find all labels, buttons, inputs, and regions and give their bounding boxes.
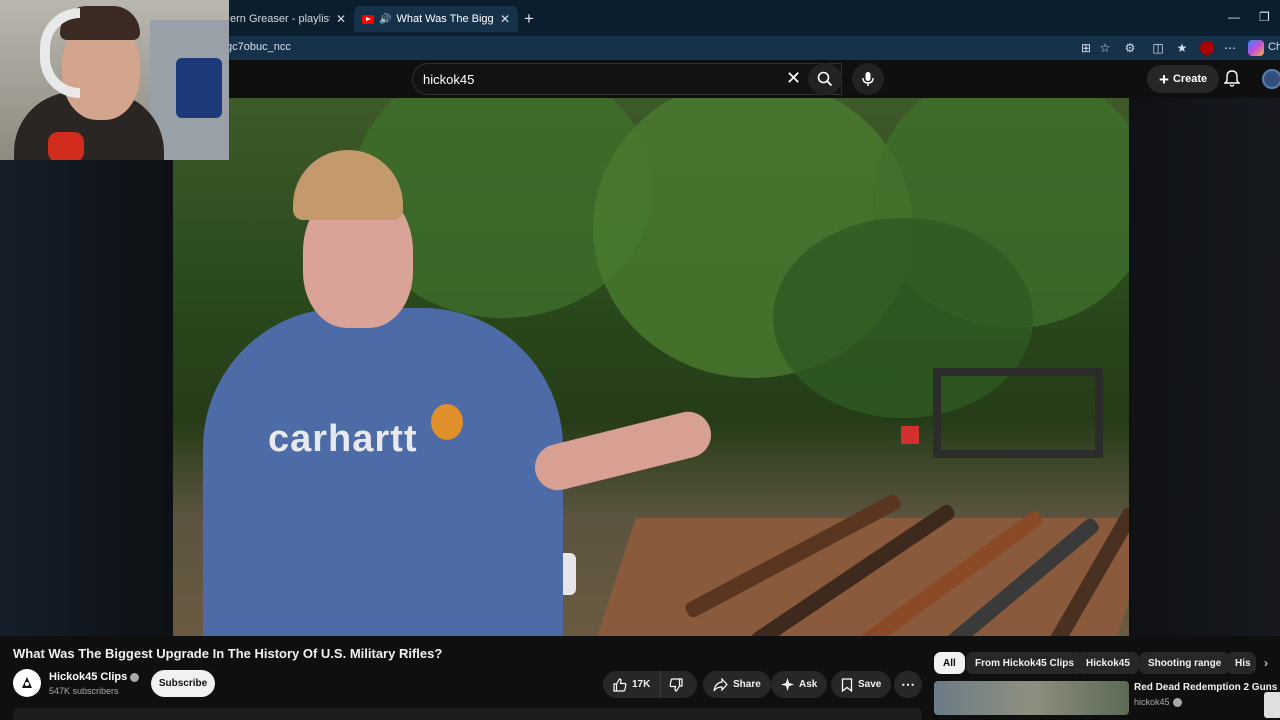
extensions-icon[interactable]: ⚙ — [1122, 40, 1138, 56]
red-target — [901, 426, 919, 444]
url-field[interactable]: gc7obuc_ncc — [226, 41, 291, 53]
thumbs-down-icon — [669, 677, 683, 692]
thumbs-up-icon — [613, 677, 627, 692]
search-box[interactable]: hickok45 — [412, 63, 842, 95]
split-screen-icon[interactable]: ◫ — [1150, 40, 1166, 56]
chevron-right-icon[interactable]: › — [1264, 656, 1268, 670]
video-frame[interactable]: carhartt — [173, 98, 1129, 636]
share-label: Share — [733, 679, 761, 690]
chip-history[interactable]: His — [1226, 652, 1256, 674]
chip-all[interactable]: All — [934, 652, 965, 674]
bookmark-icon — [841, 677, 853, 692]
copilot-icon[interactable] — [1248, 40, 1264, 56]
video-title: What Was The Biggest Upgrade In The Hist… — [13, 646, 443, 661]
search-input[interactable]: hickok45 — [423, 72, 474, 87]
shirt-logo-text: carhartt — [268, 418, 418, 460]
share-icon — [713, 677, 728, 692]
dislike-button[interactable] — [661, 671, 696, 698]
save-button[interactable]: Save — [831, 671, 892, 698]
speaker-icon[interactable]: 🔊 — [379, 14, 391, 25]
search-button[interactable] — [808, 63, 842, 95]
create-button[interactable]: + Create — [1147, 65, 1220, 93]
recommendation-channel-name[interactable]: hickok45 — [1134, 697, 1170, 707]
presenter — [203, 308, 563, 636]
favorite-star-icon[interactable]: ☆ — [1097, 40, 1113, 56]
minimize-icon[interactable]: — — [1228, 10, 1240, 24]
like-button[interactable]: 17K — [603, 671, 662, 698]
headphones — [40, 8, 80, 98]
tab-video[interactable]: 🔊 What Was The Biggest Upgra ✕ — [354, 6, 518, 32]
chip-shooting-range[interactable]: Shooting range — [1139, 652, 1231, 674]
profile-icon[interactable] — [1200, 41, 1214, 55]
save-label: Save — [858, 679, 882, 690]
close-tab-icon[interactable]: ✕ — [500, 12, 510, 26]
notifications-bell-icon[interactable] — [1224, 70, 1240, 88]
create-label: Create — [1172, 73, 1208, 85]
favorites-icon[interactable]: ★ — [1174, 40, 1190, 56]
verified-icon — [130, 672, 140, 682]
sparkle-icon — [781, 678, 794, 691]
verified-icon — [1172, 698, 1182, 708]
chip-from-channel[interactable]: From Hickok45 Clips — [966, 652, 1083, 674]
voice-search-button[interactable] — [852, 63, 884, 95]
subscriber-count: 547K subscribers — [49, 686, 119, 696]
more-menu-icon[interactable]: ⋯ — [1222, 40, 1238, 56]
copilot-label[interactable]: Ch — [1268, 41, 1280, 53]
microphone — [48, 132, 84, 160]
tab-title: What Was The Biggest Upgra — [396, 13, 494, 25]
search-icon — [817, 71, 833, 87]
tab-title: ern Greaser - playlist by Rich — [230, 13, 330, 25]
recommendation-title[interactable]: Red Dead Redemption 2 Guns — [1134, 682, 1277, 693]
account-avatar[interactable] — [1262, 69, 1280, 89]
ask-label: Ask — [799, 679, 818, 690]
youtube-favicon-icon — [362, 14, 374, 24]
new-tab-icon[interactable]: + — [524, 9, 534, 29]
app-available-icon[interactable]: ⊞ — [1078, 40, 1094, 56]
microphone-icon — [862, 72, 874, 86]
channel-name-text[interactable]: Hickok45 Clips — [49, 671, 127, 683]
shirt-logo-mark — [431, 404, 463, 440]
share-button[interactable]: Share — [703, 671, 771, 698]
target-stand — [933, 368, 1103, 458]
like-count: 17K — [632, 679, 651, 690]
more-dots-icon: ⋯ — [901, 676, 915, 692]
channel-logo-icon — [22, 677, 32, 688]
like-dislike-group: 17K — [603, 671, 697, 698]
recommendation-channel[interactable]: hickok45 — [1134, 697, 1182, 708]
tab-playlist[interactable]: ern Greaser - playlist by Rich ✕ — [222, 6, 354, 32]
more-actions-button[interactable]: ⋯ — [894, 671, 922, 698]
recommendation-thumbnail[interactable] — [934, 681, 1129, 715]
clear-search-icon[interactable]: ✕ — [786, 68, 801, 89]
video-player[interactable]: carhartt — [0, 98, 1280, 718]
subscribe-button[interactable]: Subscribe — [151, 670, 215, 697]
player-corner-button[interactable] — [1264, 692, 1280, 718]
channel-avatar[interactable] — [13, 669, 41, 697]
channel-name[interactable]: Hickok45 Clips — [49, 671, 140, 683]
close-tab-icon[interactable]: ✕ — [336, 12, 346, 26]
restore-icon[interactable]: ❐ — [1259, 10, 1270, 24]
webcam-overlay — [0, 0, 229, 160]
chip-hickok45[interactable]: Hickok45 — [1077, 652, 1139, 674]
description-panel-edge — [13, 708, 922, 720]
ask-button[interactable]: Ask — [771, 671, 828, 698]
plus-icon: + — [1159, 69, 1169, 89]
